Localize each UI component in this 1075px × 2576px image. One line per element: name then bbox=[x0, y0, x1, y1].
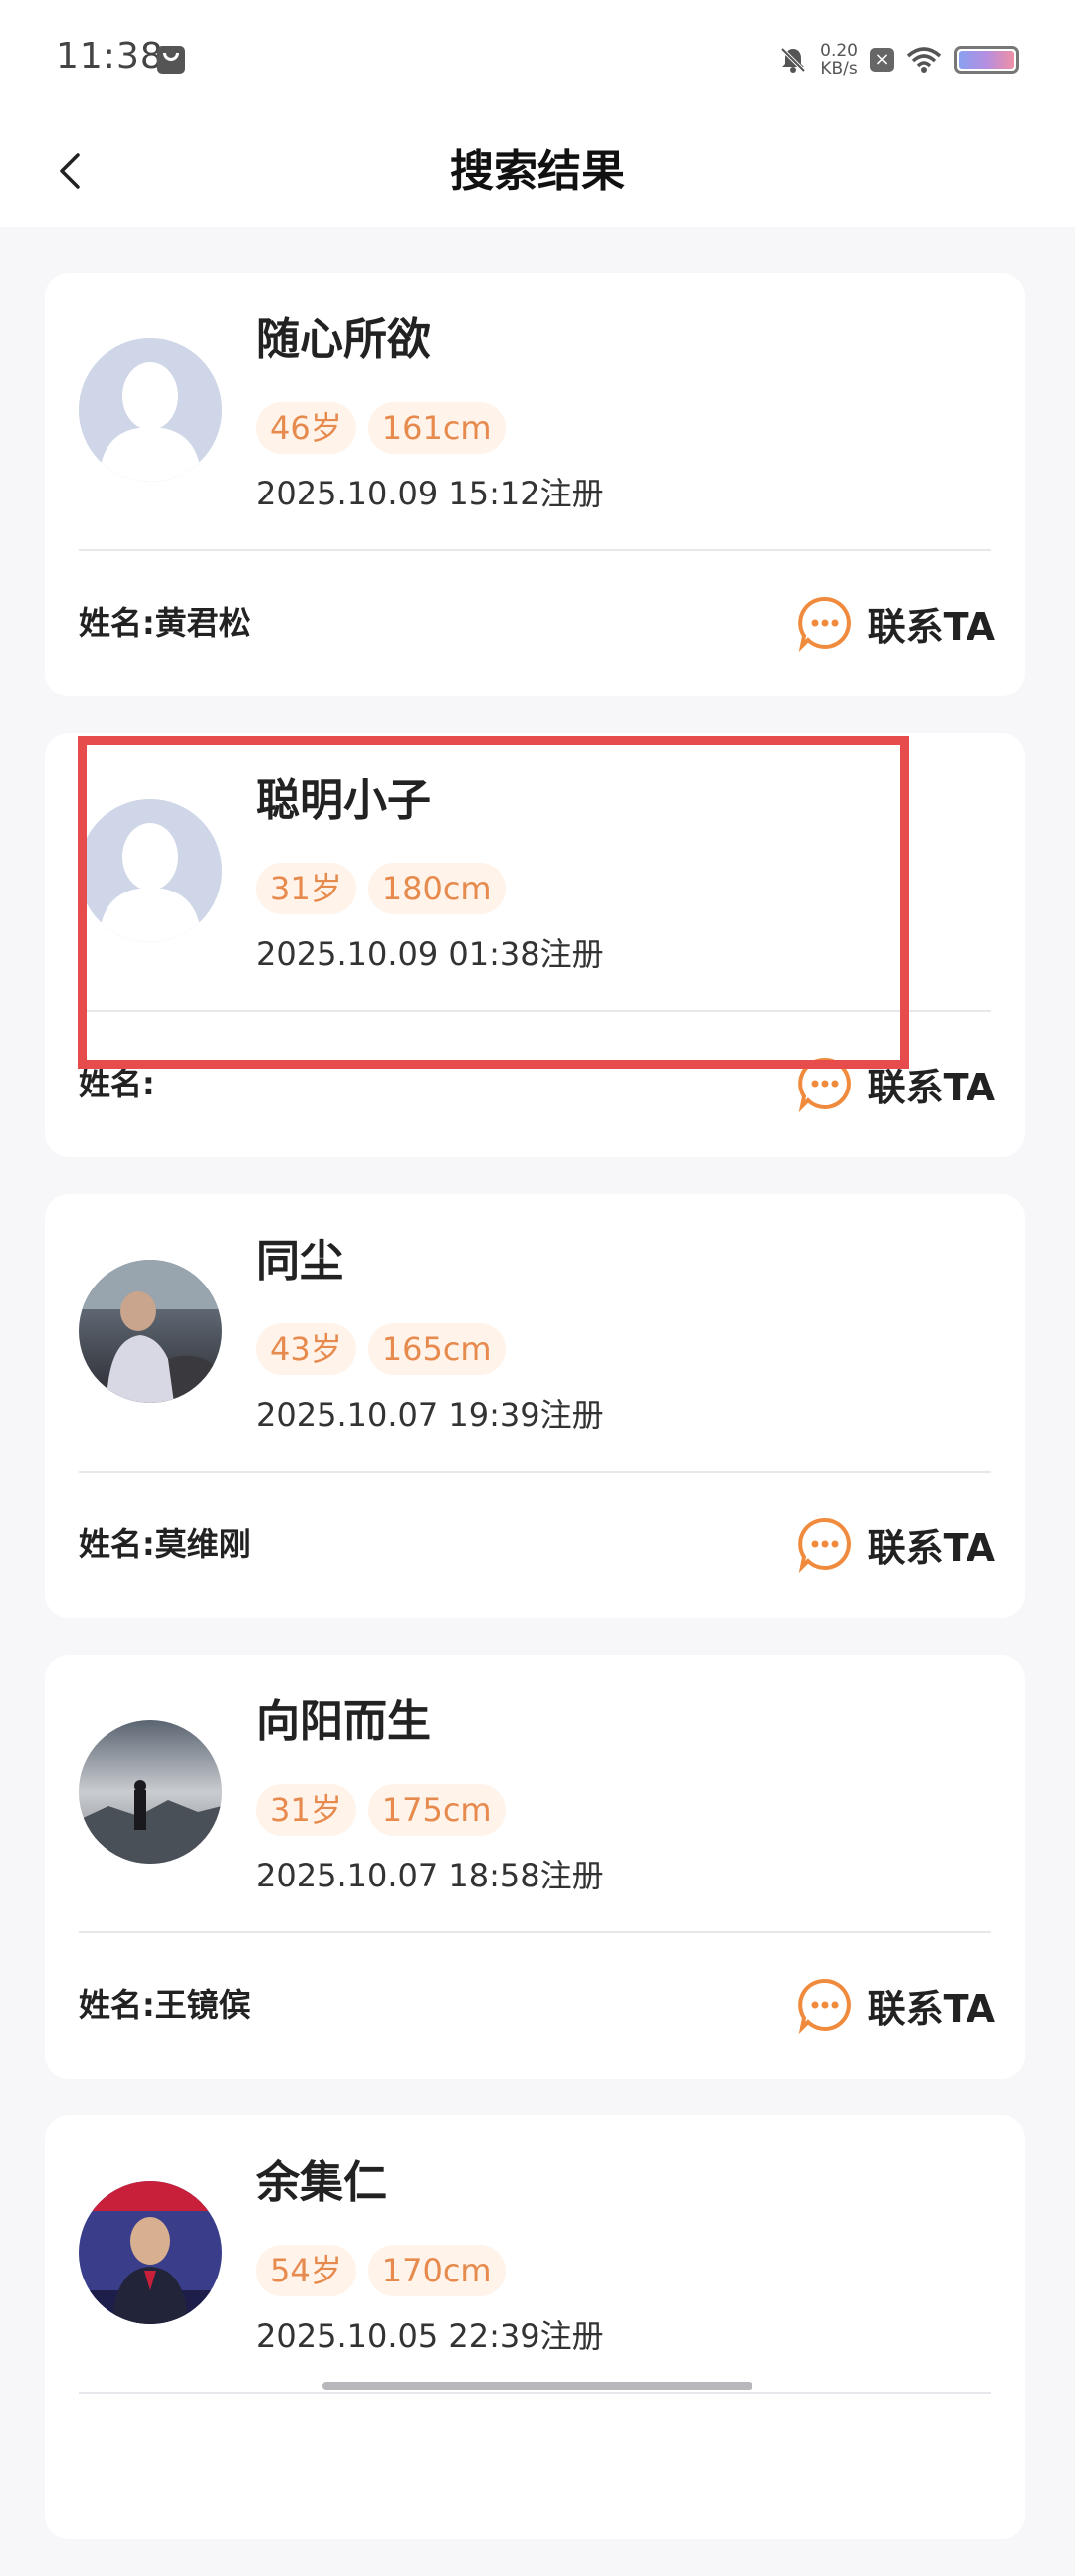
home-indicator[interactable] bbox=[322, 2382, 752, 2390]
status-time: 11:38 bbox=[56, 36, 164, 77]
bell-muted-icon bbox=[778, 45, 808, 75]
user-tags: 31岁 175cm bbox=[256, 1784, 506, 1836]
user-card[interactable]: 余集仁 54岁 170cm 2025.10.05 22:39注册 bbox=[45, 2115, 1025, 2539]
registration-time: 2025.10.07 19:39注册 bbox=[256, 1396, 604, 1434]
user-tags: 54岁 170cm bbox=[256, 2245, 506, 2296]
height-tag: 161cm bbox=[367, 402, 506, 454]
divider bbox=[79, 549, 991, 551]
user-card[interactable]: 同尘 43岁 165cm 2025.10.07 19:39注册 姓名:莫维刚 联… bbox=[45, 1194, 1025, 1618]
man-red-banner-photo-icon bbox=[79, 2181, 222, 2324]
age-tag: 46岁 bbox=[256, 402, 356, 454]
page-title: 搜索结果 bbox=[450, 146, 625, 197]
search-result-list: 随心所欲 46岁 161cm 2025.10.09 15:12注册 姓名:黄君松… bbox=[45, 273, 1025, 2576]
age-tag: 54岁 bbox=[256, 2245, 356, 2296]
divider bbox=[79, 2392, 991, 2394]
divider bbox=[79, 1471, 991, 1473]
contact-label: 联系TA bbox=[867, 1986, 995, 2031]
divider bbox=[79, 1931, 991, 1933]
user-nickname: 同尘 bbox=[256, 1236, 343, 1287]
contact-button[interactable]: 联系TA bbox=[796, 1975, 995, 2035]
height-tag: 165cm bbox=[367, 1323, 506, 1375]
user-card[interactable]: 随心所欲 46岁 161cm 2025.10.09 15:12注册 姓名:黄君松… bbox=[45, 273, 1025, 696]
contact-label: 联系TA bbox=[867, 1525, 995, 1570]
message-notification-icon bbox=[157, 46, 185, 74]
user-nickname: 余集仁 bbox=[256, 2157, 387, 2208]
default-avatar-silhouette-icon bbox=[79, 338, 222, 482]
network-speed: 0.20 KB/s bbox=[820, 42, 858, 78]
user-card[interactable]: 向阳而生 31岁 175cm 2025.10.07 18:58注册 姓名:王镜傧… bbox=[45, 1655, 1025, 2079]
battery-icon bbox=[954, 46, 1019, 74]
height-tag: 170cm bbox=[367, 2245, 506, 2296]
chat-bubble-icon bbox=[797, 1517, 851, 1573]
battery-level bbox=[959, 51, 1014, 69]
avatar[interactable] bbox=[79, 1720, 222, 1864]
user-nickname: 向阳而生 bbox=[256, 1696, 431, 1747]
wifi-icon bbox=[906, 47, 942, 73]
avatar[interactable] bbox=[79, 338, 222, 482]
network-speed-unit: KB/s bbox=[820, 59, 858, 79]
user-tags: 46岁 161cm bbox=[256, 402, 506, 454]
age-tag: 43岁 bbox=[256, 1323, 356, 1375]
status-icons: 0.20 KB/s × bbox=[778, 40, 1019, 80]
avatar[interactable] bbox=[79, 2181, 222, 2324]
contact-button[interactable]: 联系TA bbox=[796, 593, 995, 653]
real-name: 姓名:王镜傧 bbox=[79, 1986, 251, 2024]
mountain-sky-photo-icon bbox=[79, 1720, 222, 1864]
app-header: 搜索结果 bbox=[0, 119, 1075, 227]
registration-time: 2025.10.09 15:12注册 bbox=[256, 475, 604, 512]
contact-label: 联系TA bbox=[867, 604, 995, 649]
registration-time: 2025.10.07 18:58注册 bbox=[256, 1857, 604, 1894]
user-tags: 43岁 165cm bbox=[256, 1323, 506, 1375]
chat-bubble-icon bbox=[797, 1978, 851, 2034]
car-driver-photo-icon bbox=[79, 1260, 222, 1403]
registration-time: 2025.10.05 22:39注册 bbox=[256, 2317, 604, 2355]
network-speed-value: 0.20 bbox=[820, 41, 858, 61]
user-nickname: 随心所欲 bbox=[256, 314, 431, 365]
contact-button[interactable]: 联系TA bbox=[796, 1514, 995, 1574]
height-tag: 175cm bbox=[367, 1784, 506, 1836]
status-bar: 11:38 0.20 KB/s × bbox=[0, 0, 1075, 119]
highlight-box bbox=[78, 736, 909, 1069]
chat-bubble-icon bbox=[797, 596, 851, 652]
real-name: 姓名:黄君松 bbox=[79, 604, 251, 642]
age-tag: 31岁 bbox=[256, 1784, 356, 1836]
avatar[interactable] bbox=[79, 1260, 222, 1403]
close-box-icon: × bbox=[870, 48, 894, 72]
real-name: 姓名:莫维刚 bbox=[79, 1525, 251, 1563]
